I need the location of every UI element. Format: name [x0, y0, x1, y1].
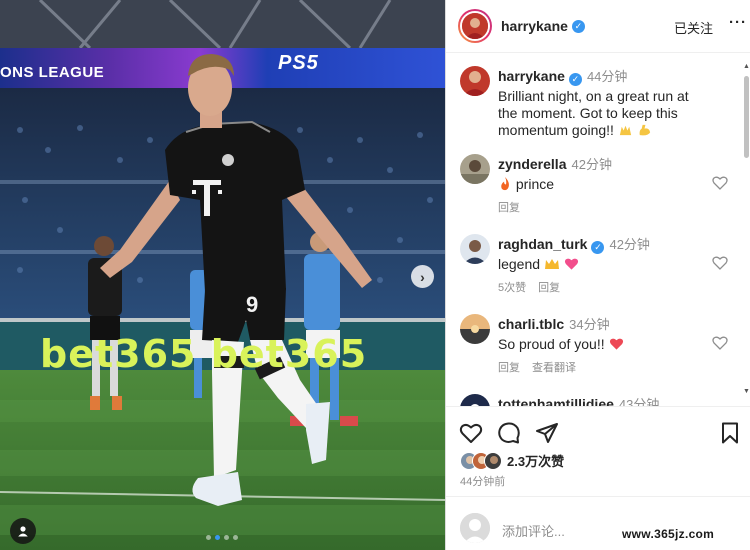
stadium-scene: 9 [0, 0, 445, 550]
comment-time[interactable]: 42分钟 [571, 157, 611, 172]
carousel-dot [233, 535, 238, 540]
post-header: harrykane ✓ 已关注 ··· [446, 0, 750, 53]
reply-button[interactable]: 回复 [538, 282, 560, 294]
watermark: www.365jz.com [622, 527, 715, 541]
share-icon[interactable] [535, 421, 559, 445]
banner-text: ONS LEAGUE [0, 64, 105, 81]
comment-username[interactable]: zynderella [498, 156, 566, 172]
comment-icon[interactable] [497, 421, 521, 445]
like-count[interactable]: 2.3万次赞 [507, 451, 564, 470]
like-comment-heart-icon[interactable] [712, 336, 728, 350]
heart-icon[interactable] [459, 421, 483, 445]
raised-hands-emoji [619, 125, 631, 136]
comment-time[interactable]: 43分钟 [619, 397, 659, 406]
scrollbar-thumb[interactable] [744, 76, 749, 158]
tagged-users-button[interactable] [10, 518, 36, 544]
add-comment-input[interactable]: 添加评论... [502, 521, 565, 540]
comment-username[interactable]: charli.tblc [498, 316, 564, 332]
instagram-post-modal: 9 ONS LEAGUE PS5 bet365 bet365 › harryka… [0, 0, 750, 550]
scroll-down-arrow-icon[interactable]: ▼ [742, 388, 750, 395]
comment-text: So proud of you!! [498, 336, 605, 352]
likers[interactable]: 2.3万次赞 [460, 451, 564, 470]
verified-badge-icon: ✓ [591, 241, 605, 254]
reply-button[interactable]: 回复 [498, 362, 520, 374]
carousel-dot [206, 535, 211, 540]
sparkling-heart-emoji [564, 258, 578, 270]
avatar [484, 451, 502, 470]
story-ring[interactable] [458, 9, 492, 43]
next-photo-button[interactable]: › [411, 265, 434, 288]
comment-username[interactable]: raghdan_turk [498, 236, 587, 252]
comment-time[interactable]: 42分钟 [609, 237, 649, 252]
post-actions: 2.3万次赞 44分钟前 [446, 406, 750, 496]
comment-time[interactable]: 34分钟 [569, 317, 609, 332]
more-options-icon[interactable]: ··· [729, 14, 747, 31]
post-side-panel: harrykane ✓ 已关注 ··· harrykane ✓ 44分钟 Brill… [445, 0, 750, 550]
verified-badge-icon: ✓ [571, 19, 585, 33]
comment-text: prince [515, 176, 555, 192]
scroll-up-arrow-icon[interactable]: ▲ [742, 63, 750, 70]
see-translation-button[interactable]: 查看翻译 [532, 362, 576, 374]
avatar[interactable] [460, 11, 490, 41]
fire-emoji [501, 176, 509, 191]
avatar [460, 513, 490, 543]
avatar[interactable] [460, 154, 490, 184]
comment-text: legend [498, 256, 541, 272]
avatar[interactable] [460, 394, 490, 406]
comments-list[interactable]: harrykane ✓ 44分钟 Brilliant night, on a gre… [446, 54, 750, 406]
chevron-right-icon: › [420, 268, 425, 285]
avatar[interactable] [460, 234, 490, 264]
advertising-board-text: bet365 bet365 [40, 332, 368, 376]
caption-text: Brilliant night, on a great run at the m… [498, 88, 689, 138]
post-timestamp[interactable]: 44分钟前 [460, 473, 505, 489]
avatar[interactable] [460, 66, 490, 96]
comment-username[interactable]: tottenhamtillidiee [498, 396, 614, 406]
user-icon [18, 526, 28, 537]
following-button[interactable]: 已关注 [674, 18, 713, 37]
avatar[interactable] [460, 314, 490, 344]
shorts-number: 9 [246, 292, 258, 317]
verified-badge-icon: ✓ [568, 73, 582, 86]
add-comment-bar: 添加评论... www.365jz.com [446, 496, 750, 550]
carousel-indicator [206, 535, 238, 540]
like-count[interactable]: 5次赞 [498, 282, 526, 294]
caption-time[interactable]: 44分钟 [587, 69, 627, 84]
like-comment-heart-icon[interactable] [712, 176, 728, 190]
crown-emoji [544, 259, 559, 269]
carousel-dot [215, 535, 220, 540]
red-heart-emoji [609, 338, 623, 350]
bookmark-icon[interactable] [718, 421, 742, 445]
reply-button[interactable]: 回复 [498, 202, 520, 214]
carousel-dot [224, 535, 229, 540]
like-comment-heart-icon[interactable] [712, 256, 728, 270]
header-username[interactable]: harrykane [501, 18, 568, 34]
flexed-biceps-emoji [639, 124, 650, 136]
sponsor-ps5: PS5 [278, 52, 319, 74]
post-photo[interactable]: 9 ONS LEAGUE PS5 bet365 bet365 › [0, 0, 445, 550]
caption-username[interactable]: harrykane [498, 68, 565, 84]
